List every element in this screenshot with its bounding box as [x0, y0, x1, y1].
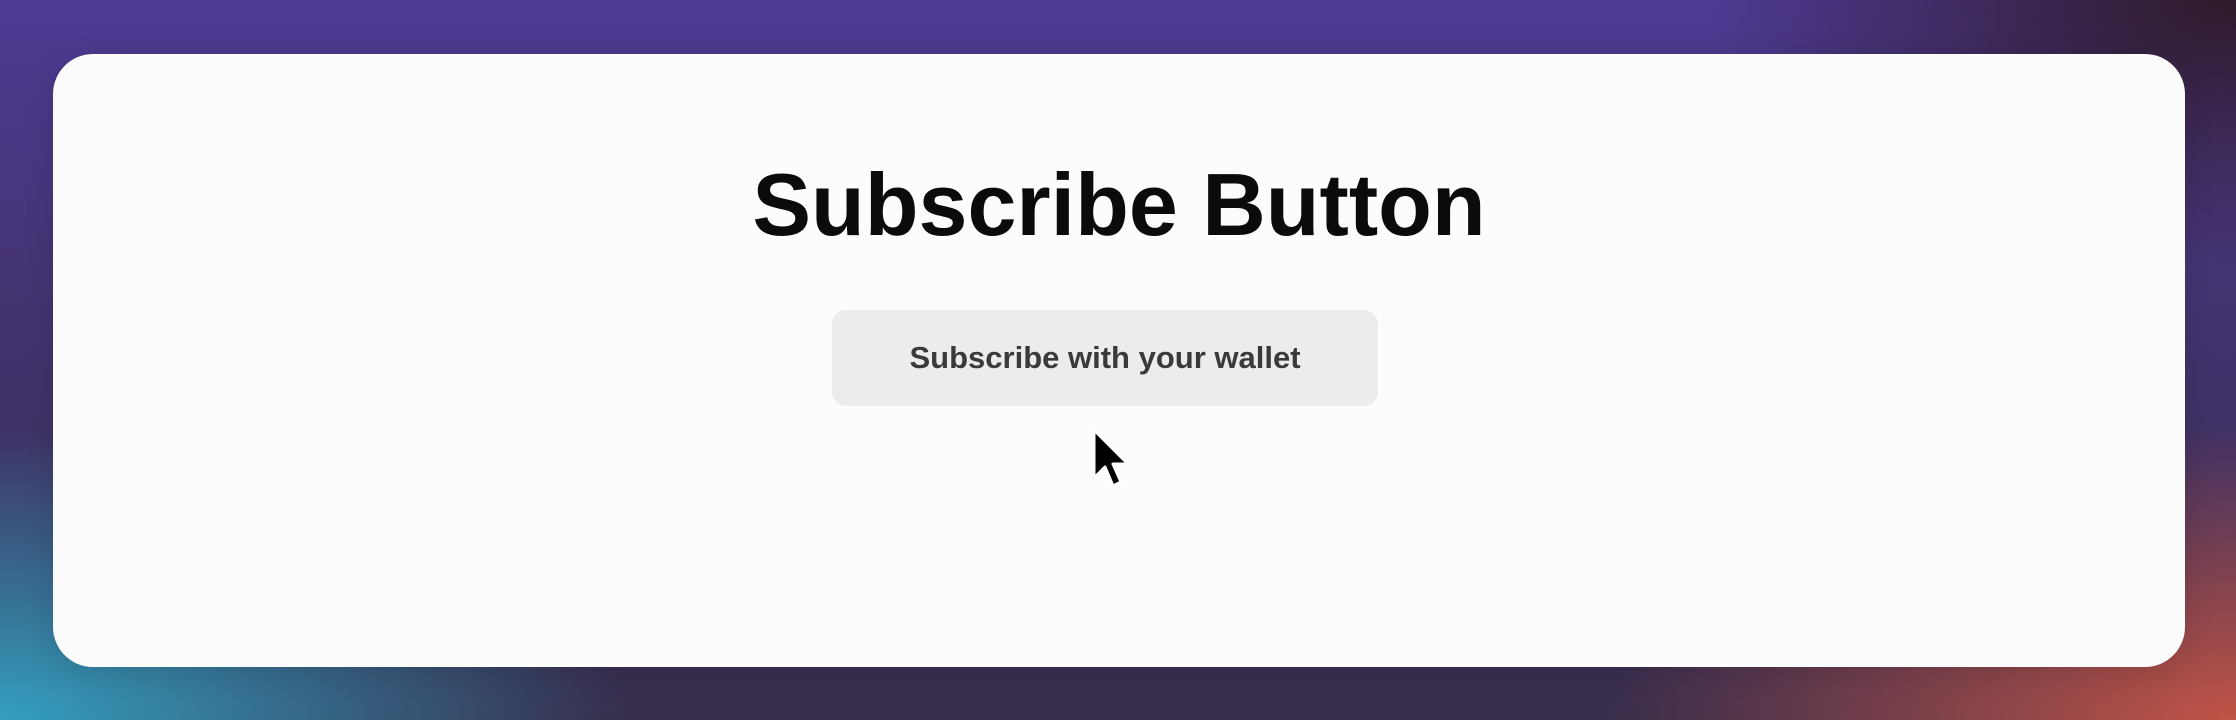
arrow-cursor-icon: [1092, 428, 1130, 488]
subscribe-wallet-button[interactable]: Subscribe with your wallet: [832, 310, 1378, 406]
content-card: Subscribe Button Subscribe with your wal…: [53, 54, 2185, 667]
page-title: Subscribe Button: [752, 155, 1486, 254]
